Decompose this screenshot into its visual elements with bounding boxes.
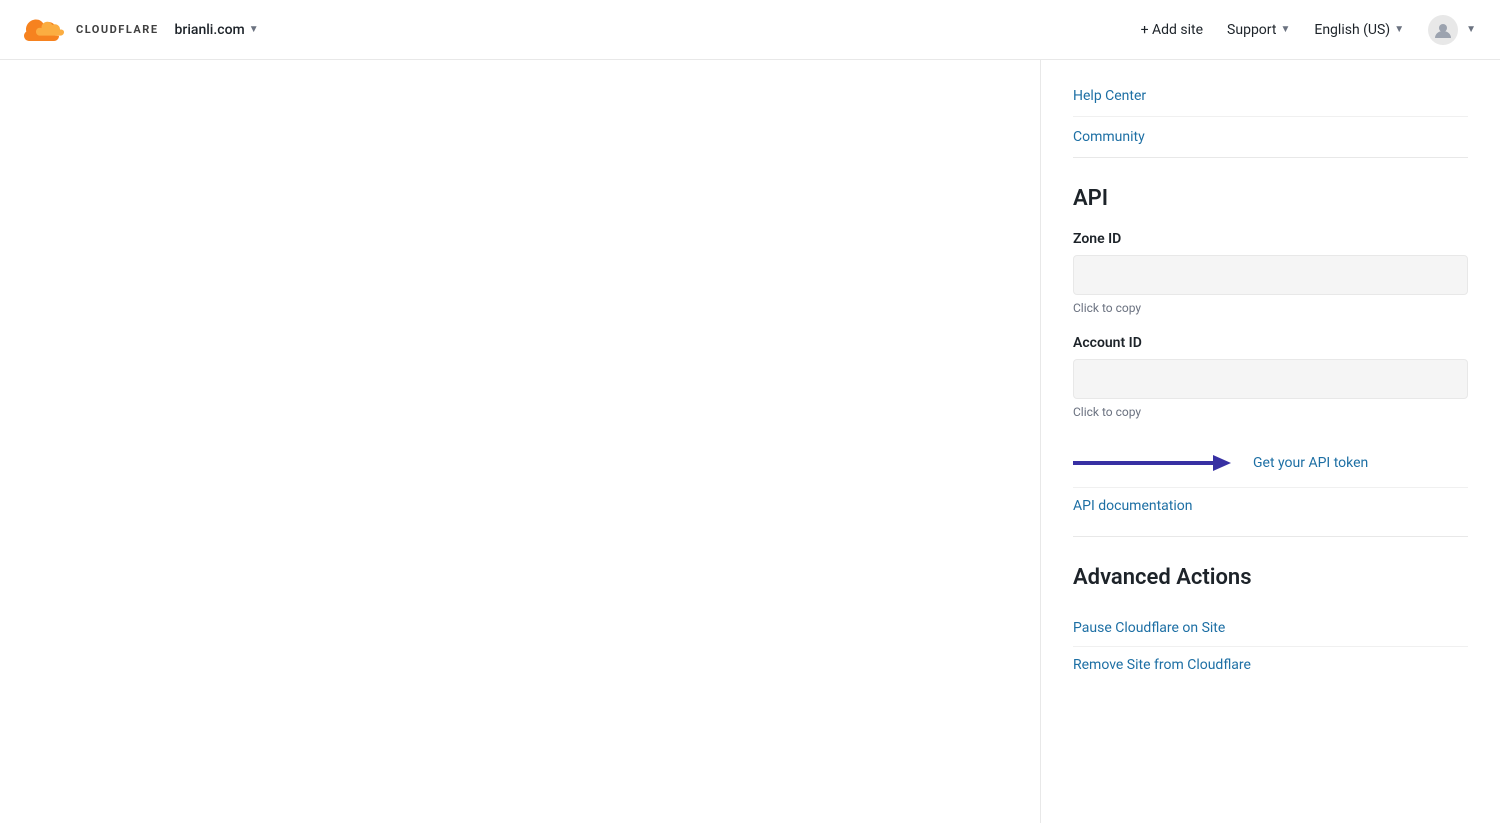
navbar: CLOUDFLARE brianli.com ▼ + Add site Supp… — [0, 0, 1500, 60]
support-label: Support — [1227, 22, 1276, 38]
zone-id-field[interactable] — [1073, 255, 1468, 295]
site-name: brianli.com — [175, 22, 245, 38]
account-id-hint: Click to copy — [1073, 405, 1468, 419]
pause-cloudflare-link[interactable]: Pause Cloudflare on Site — [1073, 610, 1468, 647]
zone-id-label: Zone ID — [1073, 231, 1468, 247]
left-panel — [0, 60, 1040, 823]
account-id-field[interactable] — [1073, 359, 1468, 399]
language-button[interactable]: English (US) ▼ — [1314, 22, 1404, 38]
site-selector[interactable]: brianli.com ▼ — [175, 22, 259, 38]
account-id-label: Account ID — [1073, 335, 1468, 351]
get-api-token-link[interactable]: Get your API token — [1253, 455, 1368, 471]
language-dropdown-arrow: ▼ — [1394, 24, 1404, 35]
add-site-button[interactable]: + Add site — [1141, 22, 1203, 38]
language-label: English (US) — [1314, 22, 1390, 38]
zone-id-field-group: Zone ID Click to copy — [1073, 231, 1468, 315]
advanced-actions-title: Advanced Actions — [1073, 565, 1468, 590]
account-icon[interactable] — [1428, 15, 1458, 45]
api-documentation-row: API documentation — [1073, 488, 1468, 524]
api-section: API Zone ID Click to copy Account ID Cli… — [1073, 158, 1468, 524]
zone-id-hint: Click to copy — [1073, 301, 1468, 315]
remove-site-link[interactable]: Remove Site from Cloudflare — [1073, 647, 1468, 683]
get-api-token-row: Get your API token — [1073, 439, 1468, 488]
logo[interactable]: CLOUDFLARE — [24, 15, 159, 45]
main-content: Help Center Community API Zone ID Click … — [0, 60, 1500, 823]
help-center-link[interactable]: Help Center — [1073, 76, 1468, 117]
account-id-field-group: Account ID Click to copy — [1073, 335, 1468, 419]
right-panel: Help Center Community API Zone ID Click … — [1040, 60, 1500, 823]
cloudflare-logo-icon — [24, 15, 68, 45]
navbar-left: CLOUDFLARE brianli.com ▼ — [24, 15, 259, 45]
user-icon — [1434, 21, 1452, 39]
site-dropdown-arrow: ▼ — [249, 24, 259, 35]
support-button[interactable]: Support ▼ — [1227, 22, 1290, 38]
advanced-actions-section: Advanced Actions Pause Cloudflare on Sit… — [1073, 536, 1468, 683]
api-token-arrow — [1073, 449, 1233, 477]
support-dropdown-arrow: ▼ — [1280, 24, 1290, 35]
api-section-title: API — [1073, 186, 1468, 211]
account-dropdown-arrow: ▼ — [1466, 24, 1476, 35]
support-links: Help Center Community — [1073, 60, 1468, 158]
add-site-label: + Add site — [1141, 22, 1203, 38]
cloudflare-logo-text: CLOUDFLARE — [76, 23, 159, 36]
community-link[interactable]: Community — [1073, 117, 1468, 157]
api-documentation-link[interactable]: API documentation — [1073, 498, 1193, 514]
navbar-right: + Add site Support ▼ English (US) ▼ ▼ — [1141, 15, 1476, 45]
